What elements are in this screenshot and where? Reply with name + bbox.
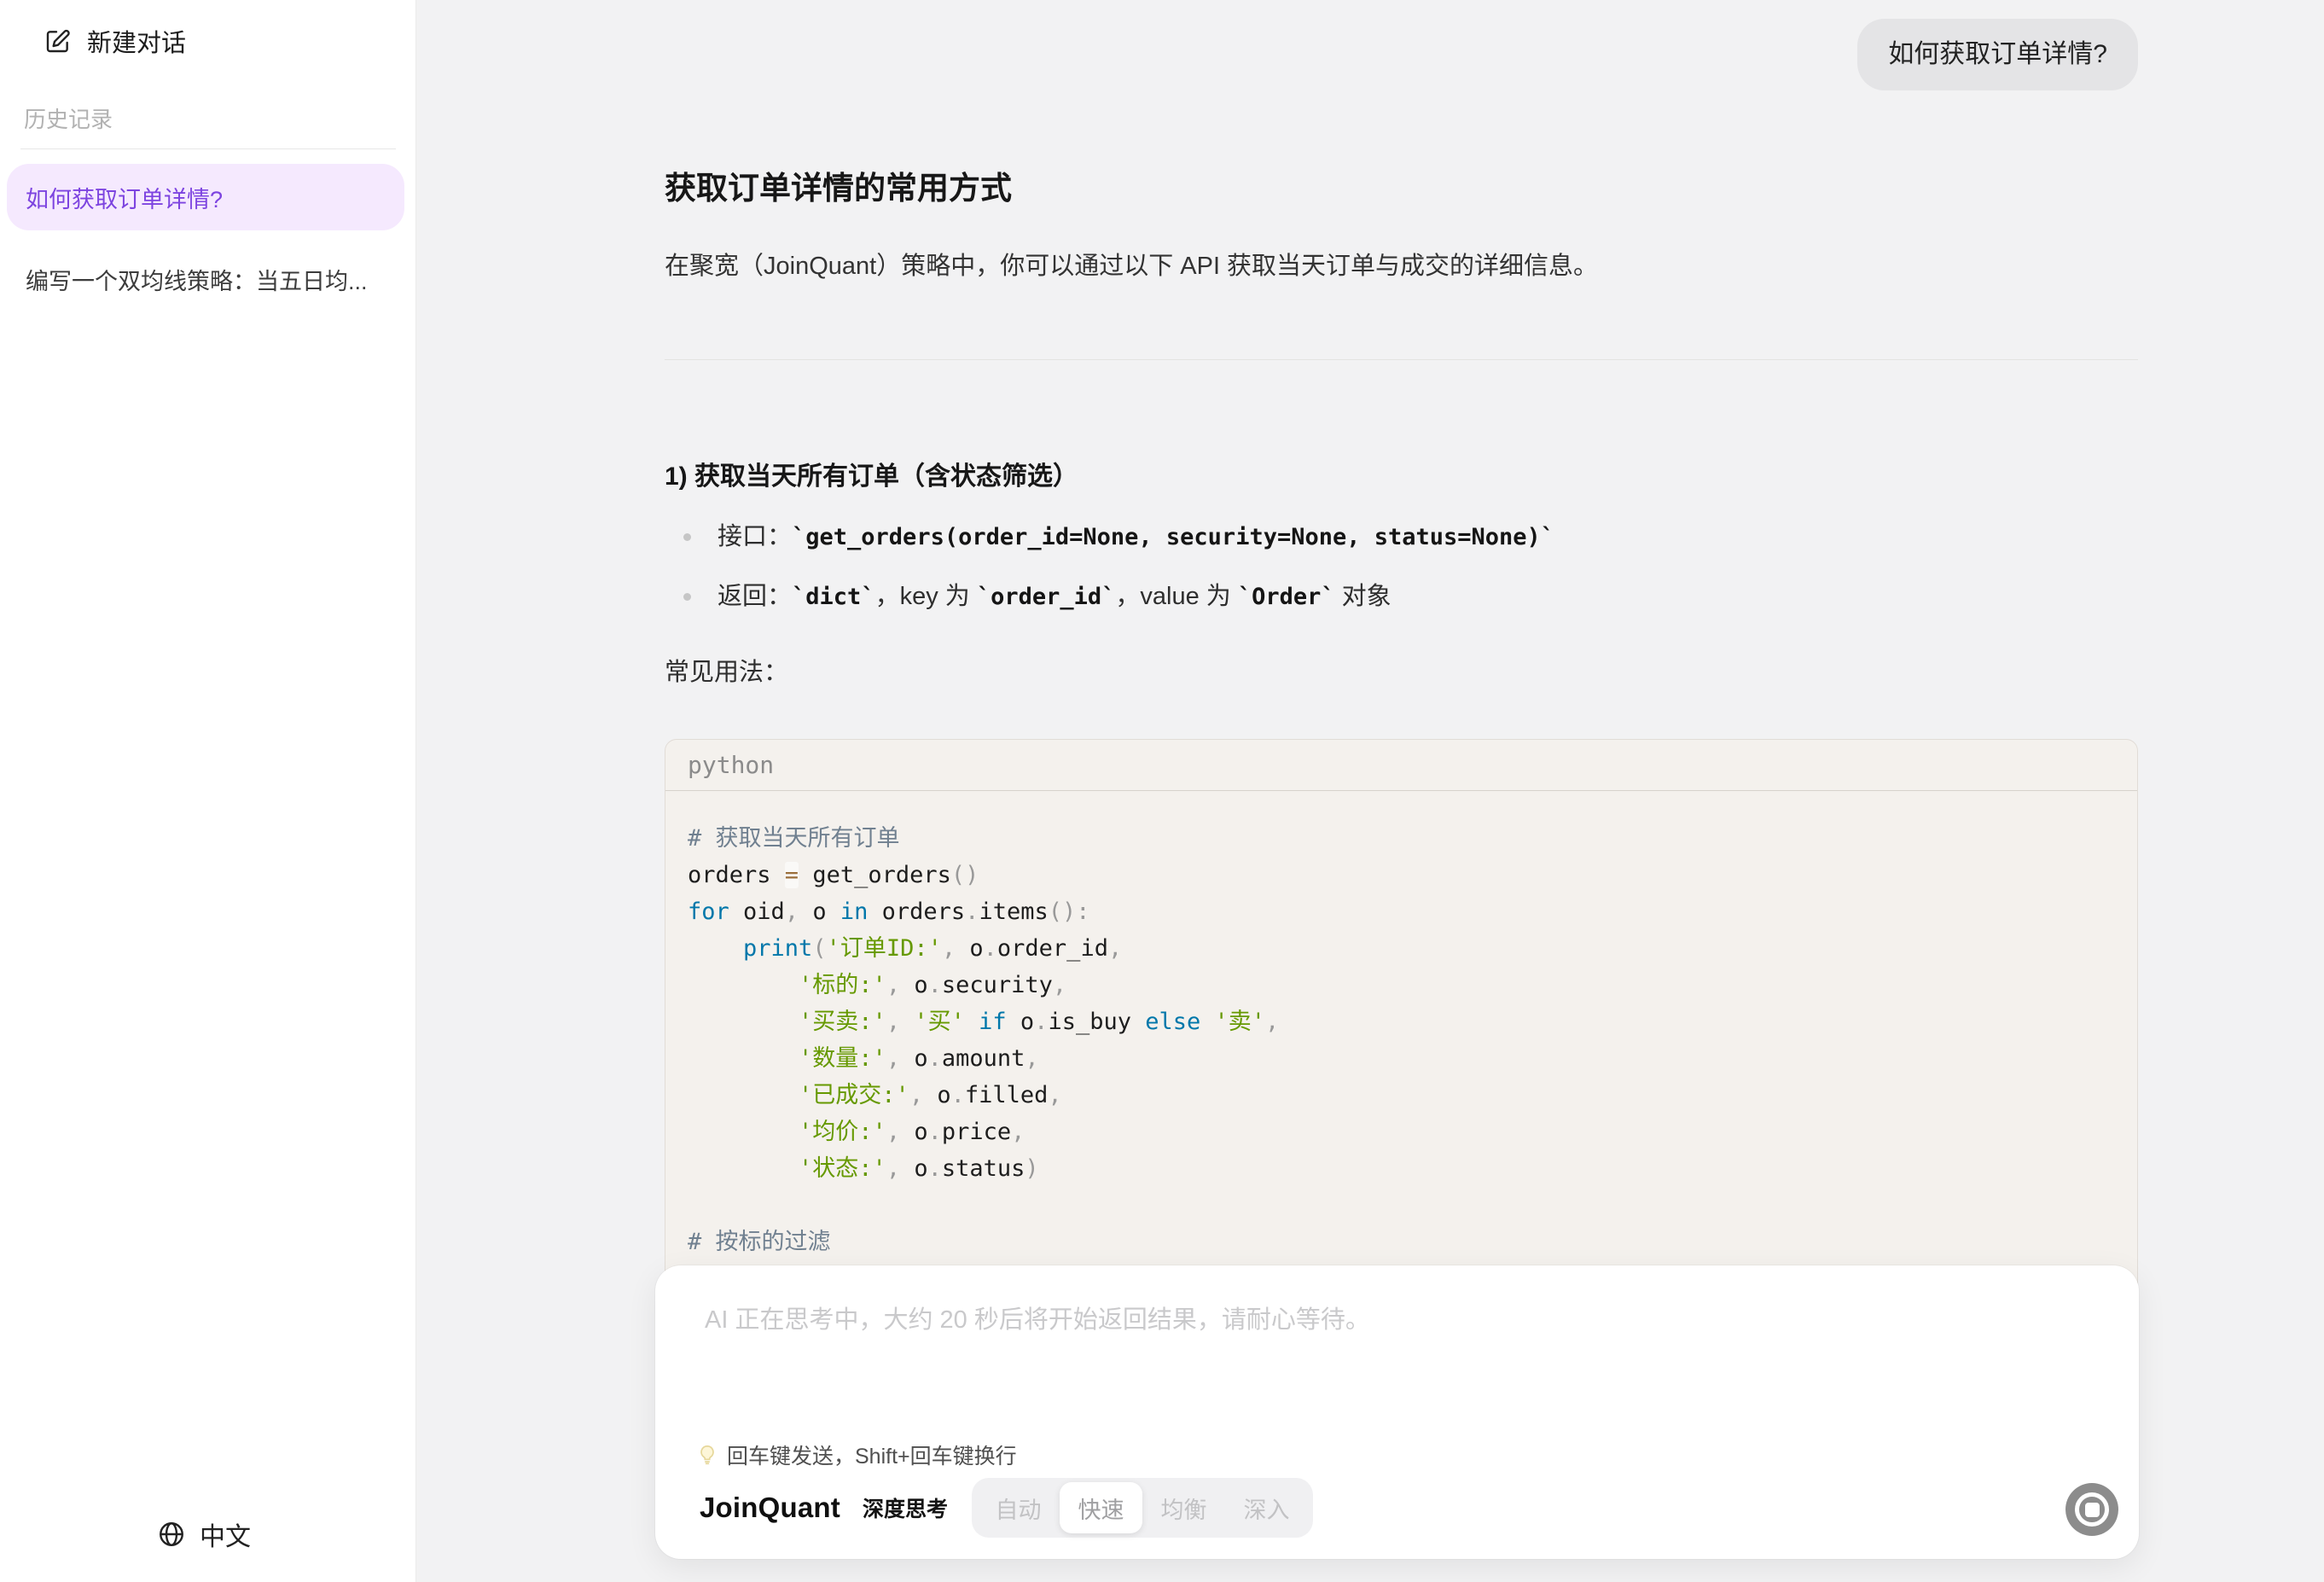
stop-icon — [2075, 1492, 2109, 1527]
input-placeholder: AI 正在思考中，大约 20 秒后将开始返回结果，请耐心等待。 — [705, 1300, 1370, 1335]
code-line: for oid, o in orders.items(): — [688, 893, 2115, 930]
inline-code: `order_id` — [977, 584, 1116, 610]
section-divider — [665, 359, 2138, 360]
usage-label: 常见用法： — [665, 652, 2138, 688]
sidebar-divider — [20, 148, 396, 149]
code-line: # 获取当天所有订单 — [688, 820, 2115, 857]
code-body: # 获取当天所有订单orders = get_orders()for oid, … — [665, 791, 2137, 1331]
chat-area: 如何获取订单详情? 获取订单详情的常用方式 在聚宽（JoinQuant）策略中，… — [416, 0, 2324, 1582]
code-block: python # 获取当天所有订单orders = get_orders()fo… — [665, 739, 2138, 1332]
code-line: # 按标的过滤 — [688, 1224, 2115, 1260]
bullet-item: 接口：`get_orders(order_id=None, security=N… — [665, 518, 2138, 556]
app-root: 新建对话 历史记录 如何获取订单详情?编写一个双均线策略：当五日均... 中文 … — [0, 0, 2324, 1582]
mode-option-均衡[interactable]: 均衡 — [1142, 1483, 1225, 1533]
keyboard-hint-text: 回车键发送，Shift+回车键换行 — [727, 1440, 1017, 1470]
new-chat-button[interactable]: 新建对话 — [44, 22, 186, 60]
composer-controls: JoinQuant 深度思考 自动快速均衡深入 — [700, 1475, 2118, 1540]
bullet-text: ，key 为 — [875, 583, 977, 610]
code-line: '均价:', o.price, — [688, 1114, 2115, 1150]
language-switcher[interactable]: 中文 — [157, 1515, 251, 1553]
code-line — [688, 1187, 2115, 1224]
new-chat-label: 新建对话 — [87, 23, 186, 59]
bullet-list: 接口：`get_orders(order_id=None, security=N… — [665, 518, 2138, 616]
bullet-text: 接口： — [718, 523, 792, 550]
code-language-label: python — [665, 740, 2137, 791]
section-heading: 1) 获取当天所有订单（含状态筛选） — [665, 455, 2138, 492]
inline-code: `Order` — [1238, 584, 1335, 610]
answer-title: 获取订单详情的常用方式 — [665, 162, 2138, 208]
pencil-square-icon — [44, 27, 72, 55]
code-line: '买卖:', '买' if o.is_buy else '卖', — [688, 1003, 2115, 1040]
history-section-label: 历史记录 — [24, 102, 113, 134]
history-item[interactable]: 如何获取订单详情? — [7, 164, 404, 230]
mode-option-自动[interactable]: 自动 — [977, 1483, 1060, 1533]
history-list: 如何获取订单详情? 编写一个双均线策略：当五日均... — [7, 164, 404, 328]
composer-panel: AI 正在思考中，大约 20 秒后将开始返回结果，请耐心等待。 回车键发送，Sh… — [655, 1265, 2139, 1559]
assistant-answer: 获取订单详情的常用方式 在聚宽（JoinQuant）策略中，你可以通过以下 AP… — [665, 0, 2138, 1332]
message-input[interactable]: AI 正在思考中，大约 20 秒后将开始返回结果，请耐心等待。 — [655, 1265, 2139, 1428]
code-line: '已成交:', o.filled, — [688, 1077, 2115, 1114]
bullet-text: ，value 为 — [1115, 583, 1237, 610]
code-line: orders = get_orders() — [688, 857, 2115, 893]
code-line: '数量:', o.amount, — [688, 1040, 2115, 1077]
sidebar: 新建对话 历史记录 如何获取订单详情? 编写一个双均线策略：当五日均... 中文 — [0, 0, 416, 1582]
bullet-text: 返回： — [718, 583, 792, 610]
inline-code: `dict` — [792, 584, 875, 610]
lightbulb-icon — [696, 1444, 718, 1466]
language-label: 中文 — [200, 1515, 251, 1553]
mode-option-快速[interactable]: 快速 — [1060, 1482, 1142, 1533]
stop-generating-button[interactable] — [2065, 1483, 2118, 1536]
mode-option-深入[interactable]: 深入 — [1225, 1483, 1308, 1533]
code-line: print('订单ID:', o.order_id, — [688, 930, 2115, 967]
bullet-text: 对象 — [1335, 583, 1391, 610]
code-line: '状态:', o.status) — [688, 1150, 2115, 1187]
thinking-mode-label: 深度思考 — [863, 1492, 948, 1523]
answer-intro: 在聚宽（JoinQuant）策略中，你可以通过以下 API 获取当天订单与成交的… — [665, 248, 2138, 284]
globe-icon — [157, 1520, 186, 1549]
code-line: '标的:', o.security, — [688, 967, 2115, 1003]
bullet-item: 返回：`dict`，key 为 `order_id`，value 为 `Orde… — [665, 578, 2138, 616]
inline-code: `get_orders(order_id=None, security=None… — [792, 524, 1554, 550]
mode-segmented-control: 自动快速均衡深入 — [972, 1478, 1313, 1538]
history-item[interactable]: 编写一个双均线策略：当五日均... — [7, 246, 404, 312]
brand-label: JoinQuant — [700, 1492, 840, 1524]
keyboard-hint: 回车键发送，Shift+回车键换行 — [696, 1440, 1017, 1470]
